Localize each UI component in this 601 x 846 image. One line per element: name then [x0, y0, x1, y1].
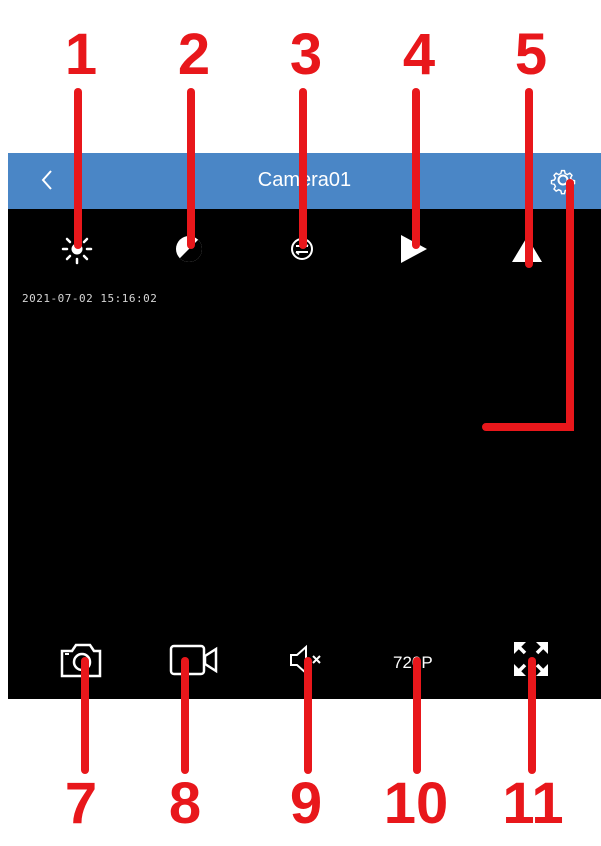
annotation-lines	[74, 88, 574, 774]
